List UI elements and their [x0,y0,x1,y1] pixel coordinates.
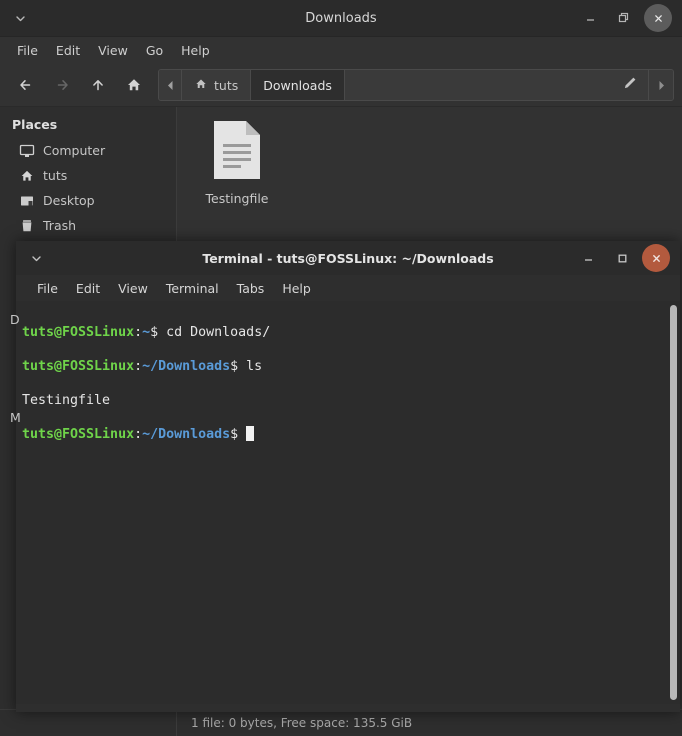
sidebar-item-label: Trash [43,218,77,233]
terminal-body: tuts@FOSSLinux:~$ cd Downloads/ tuts@FOS… [16,301,680,704]
terminal-user: tuts@FOSSLinux [22,325,135,340]
file-manager-window-controls [576,4,682,32]
breadcrumb: tuts Downloads [158,69,674,101]
terminal-menu-help[interactable]: Help [273,278,320,299]
scrollbar-thumb[interactable] [669,305,677,700]
terminal-screen[interactable]: tuts@FOSSLinux:~$ cd Downloads/ tuts@FOS… [16,301,666,704]
terminal-menu-terminal[interactable]: Terminal [157,278,228,299]
terminal-prompt: $ [230,359,239,374]
terminal-command: cd Downloads/ [158,325,271,340]
terminal-window: Terminal - tuts@FOSSLinux: ~/Downloads F… [16,241,680,712]
sidebar-item-label: tuts [43,168,68,183]
file-label: Testingfile [205,191,269,206]
chevron-down-icon[interactable] [0,0,40,36]
terminal-user: tuts@FOSSLinux [22,427,135,442]
terminal-menu-edit[interactable]: Edit [67,278,109,299]
triangle-right-icon[interactable] [648,70,673,100]
terminal-prompt: $ [230,427,239,442]
terminal-line: tuts@FOSSLinux:~/Downloads$ ls [22,358,666,375]
maximize-icon[interactable] [608,244,636,272]
sidebar-item-label: Desktop [43,193,95,208]
trash-icon [18,217,35,234]
triangle-left-icon[interactable] [159,70,182,100]
menu-edit[interactable]: Edit [47,40,89,61]
terminal-output: Testingfile [22,393,111,408]
statusbar: 1 file: 0 bytes, Free space: 135.5 GiB [0,709,682,736]
chevron-down-icon[interactable] [16,240,56,276]
terminal-line: tuts@FOSSLinux:~$ cd Downloads/ [22,324,666,341]
sidebar-item-desktop[interactable]: Desktop [0,188,176,213]
file-manager-toolbar: tuts Downloads [0,64,682,107]
terminal-titlebar: Terminal - tuts@FOSSLinux: ~/Downloads [16,241,680,275]
breadcrumb-item-downloads[interactable]: Downloads [251,70,345,100]
home-icon [194,77,208,94]
statusbar-text: 1 file: 0 bytes, Free space: 135.5 GiB [191,716,413,730]
file-manager-titlebar: Downloads [0,0,682,37]
terminal-user: tuts@FOSSLinux [22,359,135,374]
restore-icon[interactable] [610,4,638,32]
close-icon[interactable] [642,244,670,272]
monitor-icon [18,142,35,159]
terminal-menu-view[interactable]: View [109,278,157,299]
terminal-colon: : [134,359,143,374]
sidebar-header: Places [12,117,58,132]
terminal-command [238,427,246,442]
menu-help[interactable]: Help [172,40,219,61]
terminal-colon: : [134,427,143,442]
close-icon[interactable] [644,4,672,32]
minimize-icon[interactable] [576,4,604,32]
terminal-menu-tabs[interactable]: Tabs [228,278,274,299]
pencil-icon[interactable] [622,75,638,95]
terminal-line: Testingfile [22,392,666,409]
home-icon [18,167,35,184]
sidebar-item-label: Computer [43,143,106,158]
sidebar-item-trash[interactable]: Trash [0,213,176,238]
breadcrumb-empty-area[interactable] [344,70,648,100]
breadcrumb-item-tuts[interactable]: tuts [182,70,252,100]
document-icon [209,119,265,185]
arrow-left-icon[interactable] [8,69,44,101]
breadcrumb-label: tuts [214,77,239,93]
list-item[interactable]: Testingfile [191,119,283,206]
terminal-prompt: $ [150,325,159,340]
minimize-icon[interactable] [574,244,602,272]
desktop-folder-icon [18,192,35,209]
terminal-path: ~/Downloads [142,359,231,374]
menu-go[interactable]: Go [137,40,172,61]
arrow-up-icon[interactable] [80,69,116,101]
terminal-path: ~/Downloads [142,427,231,442]
sidebar-item-computer[interactable]: Computer [0,138,176,163]
statusbar-left-pane [0,710,177,736]
terminal-command: ls [238,359,263,374]
terminal-path: ~ [142,325,151,340]
terminal-bottom-strip [16,704,680,712]
menu-file[interactable]: File [8,40,47,61]
terminal-line: tuts@FOSSLinux:~/Downloads$ [22,426,666,443]
arrow-right-icon [44,69,80,101]
terminal-menubar: File Edit View Terminal Tabs Help [16,275,680,301]
terminal-colon: : [134,325,143,340]
menu-view[interactable]: View [89,40,137,61]
terminal-window-controls [574,244,680,272]
vertical-scrollbar[interactable] [666,301,680,704]
breadcrumb-label: Downloads [263,77,332,93]
terminal-menu-file[interactable]: File [28,278,67,299]
terminal-cursor [246,426,255,441]
home-icon[interactable] [116,69,152,101]
sidebar-item-tuts[interactable]: tuts [0,163,176,188]
sidebar-fragment-downloads: D [10,312,20,327]
file-manager-menubar: File Edit View Go Help [0,37,682,64]
sidebar-fragment-music: M [10,410,21,425]
